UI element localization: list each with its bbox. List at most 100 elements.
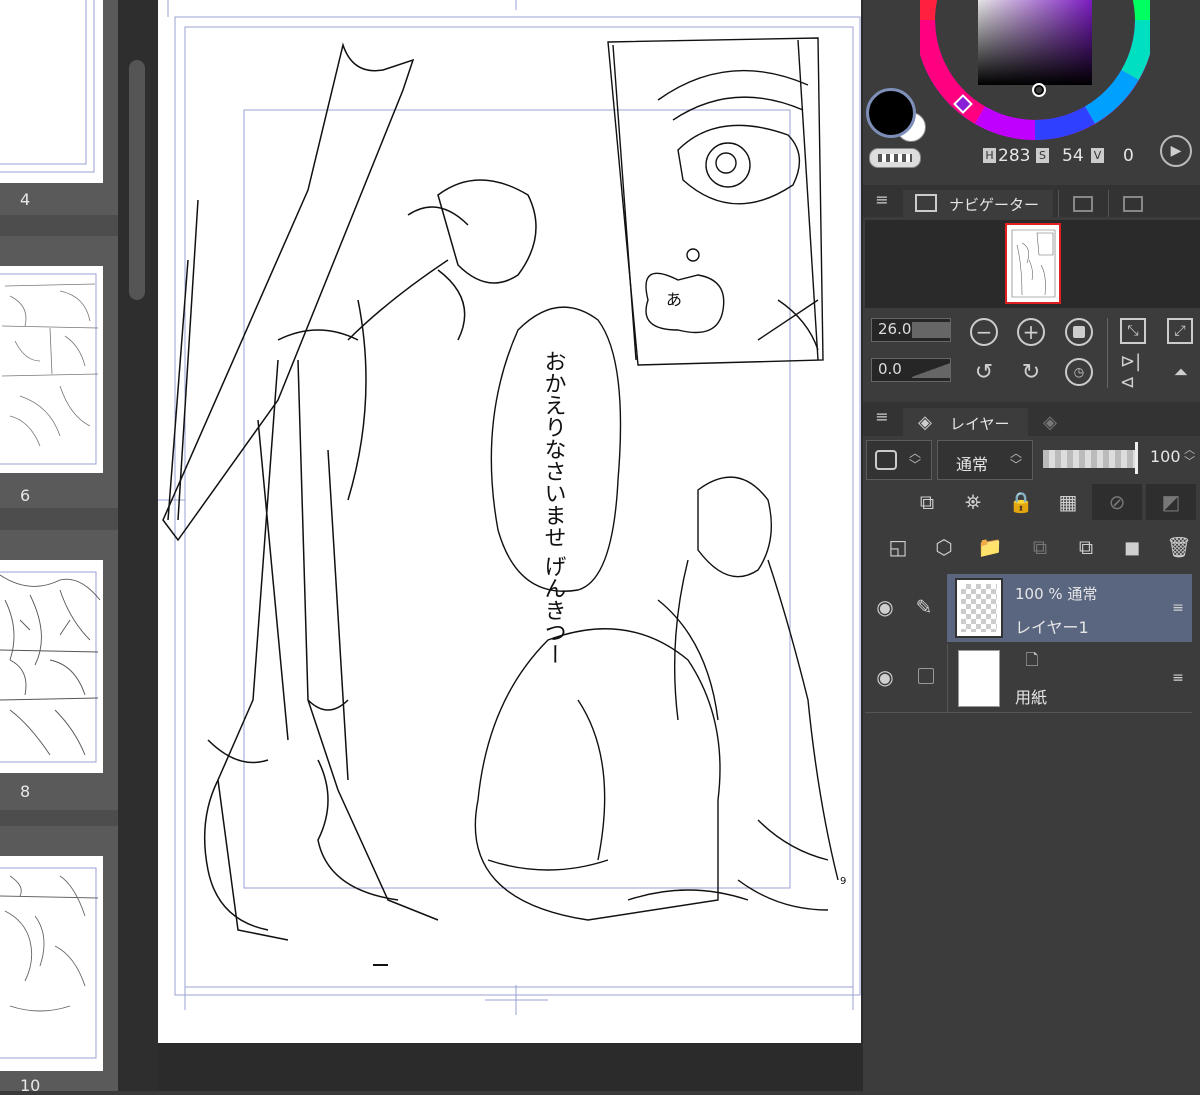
navigator-icon [915,194,937,212]
s-label: S [1036,148,1049,163]
reset-rotation-icon[interactable]: ◷ [1065,358,1093,386]
eye-icon[interactable]: ◉ [869,594,901,620]
new-raster-layer-icon[interactable]: ◱ [884,533,912,561]
fit-to-screen-icon[interactable]: ⤡ [1120,318,1146,344]
tab-layer[interactable]: ◈ レイヤー [903,408,1028,436]
layer-menu-icon[interactable]: ≡ [1169,668,1187,688]
rotation-bar [912,362,950,378]
eye-panel [607,37,824,366]
flip-horizontal-icon[interactable]: ⊳|⊲ [1120,351,1148,393]
page-number: 8 [20,782,31,801]
page-number-label: 9 [840,876,846,887]
panel-menu-icon[interactable]: ≡ [870,187,894,211]
main-color-swatch[interactable] [866,88,916,138]
new-vector-layer-icon[interactable]: ⬡ [930,533,958,561]
lock-icon[interactable]: 🔒 [1008,488,1034,516]
navigator-viewport[interactable] [1005,223,1061,304]
panel-menu-icon[interactable]: ≡ [870,404,894,428]
layer-list-empty-area [865,713,1200,1091]
opacity-value: 100 [1150,447,1181,466]
layer-color-icon [875,450,897,470]
page-strip-scrollbar-thumb[interactable] [129,60,145,300]
image-icon [1123,196,1143,212]
opacity-slider[interactable] [1043,450,1135,468]
rotation-value: 0.0 [878,360,902,378]
layer-name: 用紙 [1015,688,1048,707]
opacity-stepper-icon[interactable]: ︿ ﹀ [1184,444,1195,468]
divider [1107,318,1108,388]
layer-menu-icon[interactable]: ≡ [1169,598,1187,618]
tab-navigator-label: ナビゲーター [949,196,1040,214]
manga-sketch: あ おかえりなさいませ げんきつー 9 [158,0,861,1015]
page-number: 10 [20,1076,41,1095]
layer-row-selected[interactable]: 100 % 通常 レイヤー1 ≡ [947,574,1192,642]
new-folder-icon[interactable]: 📁 [976,533,1004,561]
play-icon[interactable]: ▶ [1160,135,1192,167]
layer-summary: 100 % 通常 [1015,585,1098,603]
mask-enable-button[interactable]: ⊘ [1092,484,1142,520]
clip-layer-icon[interactable]: ⧉ [914,488,940,516]
standing-figure [162,42,537,941]
v-label: V [1091,148,1104,163]
page-paper [0,560,103,773]
page-number: 6 [20,486,31,505]
s-value: 54 [1062,146,1084,166]
actual-size-icon[interactable] [1065,318,1093,346]
ruler-icon: ◩ [1161,490,1181,514]
sitting-figure [474,476,839,921]
zoom-out-icon[interactable]: − [970,318,998,346]
blend-mode-select[interactable]: 通常 ︿ ﹀ [937,440,1033,480]
edit-target-checkbox[interactable] [918,668,934,684]
page-thumbnail[interactable]: 4 [0,0,118,215]
rotate-left-icon[interactable]: ↺ [970,358,998,386]
fit-to-navigator-icon[interactable]: ⤢ [1167,318,1193,344]
layer-thumbnail [958,650,1000,707]
page-thumbnail[interactable]: 10 [0,826,118,1095]
opacity-slider-handle[interactable] [1135,442,1138,474]
paper-icon: 🗋 [1025,649,1039,669]
tab-sub-view[interactable] [1058,190,1105,217]
layer-thumbnail [955,578,1003,638]
layer-row[interactable]: ◉ 🗋 用紙 ≡ [865,644,1192,712]
combine-down-icon[interactable]: ⧉ [1072,533,1100,561]
lock-transparency-icon[interactable]: ▦ [1055,488,1081,516]
rotation-field[interactable]: 0.0 [871,358,951,382]
ruler-enable-button[interactable]: ◩ [1146,484,1196,520]
pen-icon[interactable]: ✎ [909,594,939,620]
page-paper [0,0,103,183]
stepper-icon: ︿ ﹀ [1010,446,1023,472]
page-sketch [0,273,99,465]
mask-icon: ⊘ [1108,490,1126,514]
tab-navigator[interactable]: ナビゲーター [903,190,1053,217]
page-number: 4 [20,190,31,209]
v-value: 0 [1123,146,1134,166]
layer-color-select[interactable]: ︿ ﹀ [866,440,932,480]
layer-name: レイヤー1 [1015,618,1089,637]
h-label: H [983,148,996,163]
reference-layer-icon[interactable]: ⛯ [960,488,986,516]
create-mask-icon[interactable]: ◼ [1118,533,1146,561]
h-value: 283 [998,146,1031,166]
tab-item-bank[interactable] [1108,190,1157,217]
canvas-page[interactable]: あ おかえりなさいませ げんきつー 9 [158,0,861,1043]
transparent-color-swatch[interactable] [869,148,921,168]
navigator-preview[interactable] [865,220,1200,308]
zoom-field[interactable]: 26.0 [871,318,951,342]
page-thumbnail[interactable]: 8 [0,530,118,810]
tab-layer-property[interactable]: ◈ [1030,408,1070,436]
zoom-value: 26.0 [878,320,912,338]
layer-row[interactable]: ◉ ✎ 100 % 通常 レイヤー1 ≡ [865,574,1192,642]
eye-icon[interactable]: ◉ [869,664,901,690]
rotate-right-icon[interactable]: ↻ [1017,358,1045,386]
speech-bubble-text: おかえりなさいませ げんきつー [541,350,566,665]
divider [947,644,948,712]
transfer-down-icon[interactable]: ⧉ [1026,533,1054,561]
flip-vertical-icon[interactable]: ⏶ [1167,358,1195,386]
layers-icon: ◈ [918,411,932,433]
page-thumbnail[interactable]: 6 [0,236,118,508]
color-wheel[interactable] [920,0,1150,150]
trash-icon[interactable]: 🗑 [1165,533,1193,561]
page-paper [0,266,103,473]
page-sketch [0,867,99,1059]
zoom-in-icon[interactable]: + [1017,318,1045,346]
